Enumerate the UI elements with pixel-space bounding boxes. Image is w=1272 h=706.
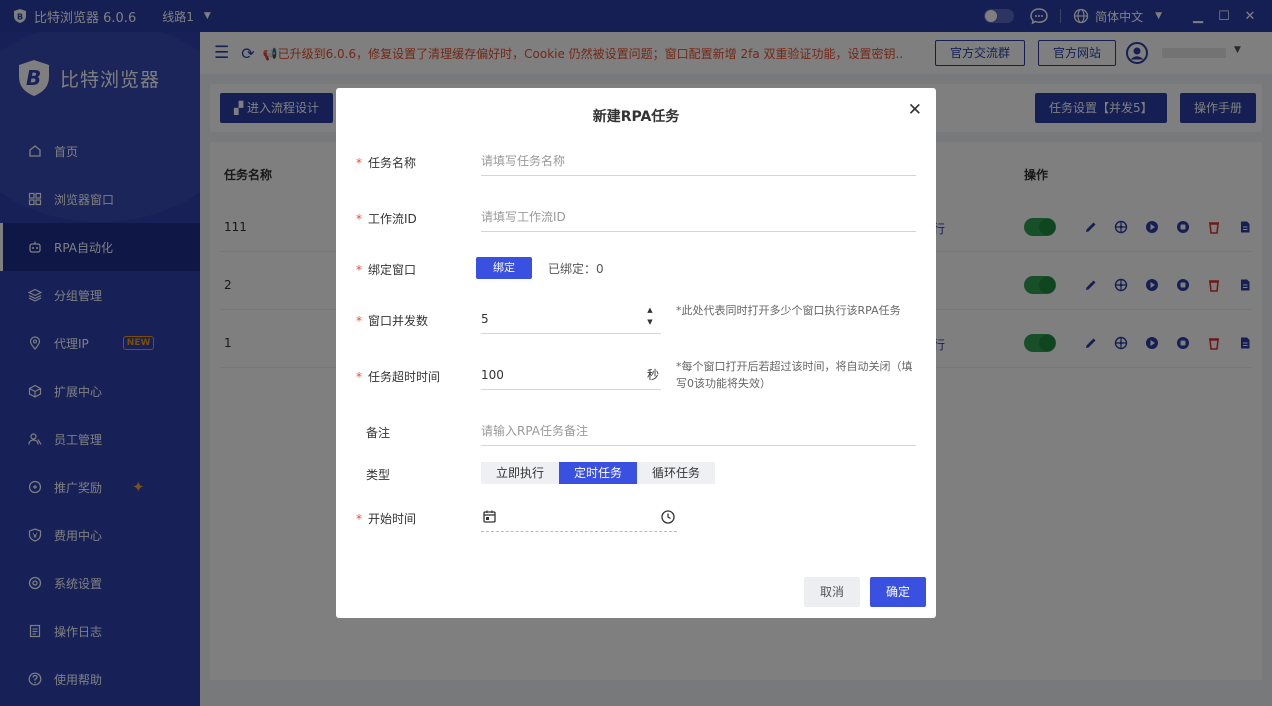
required-mark: * <box>356 512 362 526</box>
dialog-title: 新建RPA任务 <box>592 109 680 125</box>
required-mark: * <box>356 212 362 226</box>
concurrency-label-text: 窗口并发数 <box>368 314 429 328</box>
type-option-scheduled[interactable]: 定时任务 <box>559 462 638 484</box>
stepper-down-icon[interactable]: ▼ <box>647 316 652 328</box>
start-time-label-text: 开始时间 <box>368 512 417 526</box>
remark-input[interactable]: 请输入RPA任务备注 <box>481 416 916 446</box>
concurrency-input[interactable]: 5 ▲ ▼ <box>481 304 661 334</box>
start-time-label: * 开始时间 <box>356 510 416 527</box>
bind-window-label: * 绑定窗口 <box>356 261 416 278</box>
remark-label: 备注 <box>366 426 391 440</box>
concurrency-value: 5 <box>481 312 489 326</box>
timeout-label-text: 任务超时时间 <box>368 370 441 384</box>
required-mark: * <box>356 370 362 384</box>
timeout-value: 100 <box>481 368 504 382</box>
required-mark: * <box>356 314 362 328</box>
task-name-label-text: 任务名称 <box>368 156 417 170</box>
workflow-id-input[interactable]: 请填写工作流ID <box>481 202 916 232</box>
type-label: 类型 <box>366 468 391 482</box>
cancel-button[interactable]: 取消 <box>804 577 860 607</box>
type-segmented-control: 立即执行 定时任务 循环任务 <box>481 462 716 484</box>
bound-count: 已绑定：0 <box>548 262 604 276</box>
timeout-input[interactable]: 100 秒 <box>481 360 661 390</box>
required-mark: * <box>356 263 362 277</box>
bind-window-label-text: 绑定窗口 <box>368 263 417 277</box>
concurrency-label: * 窗口并发数 <box>356 312 428 329</box>
close-icon[interactable]: ✕ <box>908 100 922 120</box>
timeout-unit: 秒 <box>646 368 659 382</box>
task-name-input[interactable]: 请填写任务名称 <box>481 146 916 176</box>
task-name-label: * 任务名称 <box>356 154 416 171</box>
type-option-loop[interactable]: 循环任务 <box>637 462 715 484</box>
stepper-up-icon[interactable]: ▲ <box>647 304 652 316</box>
new-rpa-task-dialog: 新建RPA任务 ✕ * 任务名称 请填写任务名称 * 工作流ID 请填写工作流ID … <box>336 88 936 618</box>
confirm-button[interactable]: 确定 <box>870 577 926 607</box>
concurrency-hint: *此处代表同时打开多少个窗口执行该RPA任务 <box>676 304 901 317</box>
workflow-id-label-text: 工作流ID <box>368 212 417 226</box>
start-time-picker[interactable] <box>481 502 677 532</box>
workflow-id-label: * 工作流ID <box>356 210 417 227</box>
timeout-label: * 任务超时时间 <box>356 368 440 385</box>
number-stepper[interactable]: ▲ ▼ <box>645 304 655 328</box>
bind-window-button[interactable]: 绑定 <box>476 257 532 279</box>
calendar-icon[interactable] <box>483 510 496 523</box>
required-mark: * <box>356 156 362 170</box>
type-option-immediate[interactable]: 立即执行 <box>481 462 559 484</box>
timeout-hint: *每个窗口打开后若超过该时间，将自动关闭（填写0该功能将失效） <box>676 360 913 390</box>
clock-icon[interactable] <box>661 510 675 524</box>
